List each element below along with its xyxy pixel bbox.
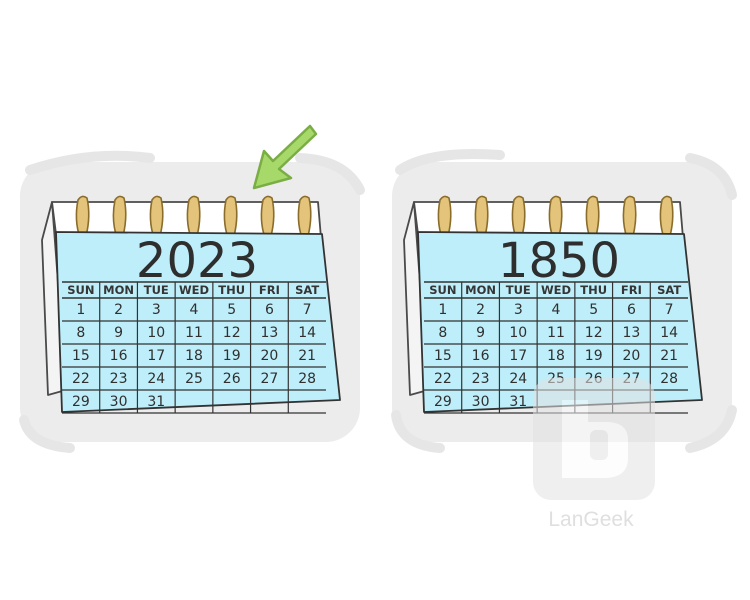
day-number: 10 xyxy=(147,325,165,341)
watermark-text: LanGeek xyxy=(548,508,634,531)
day-number: 19 xyxy=(223,348,241,364)
day-number: 13 xyxy=(623,325,641,341)
day-number: 31 xyxy=(509,394,527,410)
day-number: 28 xyxy=(660,371,678,387)
day-name-label: WED xyxy=(179,283,209,297)
day-number: 20 xyxy=(261,348,279,364)
day-number: 7 xyxy=(665,302,674,318)
year-label: 2023 xyxy=(136,233,258,289)
day-name-label: TUE xyxy=(144,283,169,297)
day-number: 5 xyxy=(589,302,598,318)
day-number: 14 xyxy=(660,325,678,341)
day-number: 16 xyxy=(472,348,490,364)
day-number: 5 xyxy=(227,302,236,318)
day-number: 22 xyxy=(72,371,90,387)
day-number: 12 xyxy=(223,325,241,341)
day-number: 23 xyxy=(110,371,128,387)
day-name-label: THU xyxy=(580,283,607,297)
day-name-label: SUN xyxy=(67,283,94,297)
day-number: 11 xyxy=(547,325,565,341)
year-label: 1850 xyxy=(498,233,620,289)
day-name-label: THU xyxy=(218,283,245,297)
day-number: 2 xyxy=(476,302,485,318)
day-name-label: TUE xyxy=(506,283,531,297)
day-name-label: WED xyxy=(541,283,571,297)
day-number: 4 xyxy=(190,302,199,318)
day-number: 15 xyxy=(434,348,452,364)
day-number: 3 xyxy=(152,302,161,318)
day-number: 1 xyxy=(438,302,447,318)
calendar-2023: 2023 SUN MON TUE WED THU FRI SAT1 2 3 4 5 6 78 9 10 11 1… xyxy=(41,195,341,414)
day-number: 21 xyxy=(298,348,316,364)
watermark: LanGeek xyxy=(533,378,655,531)
day-number: 15 xyxy=(72,348,90,364)
day-number: 29 xyxy=(434,394,452,410)
day-number: 24 xyxy=(147,371,165,387)
illustration: 2023 SUN MON TUE WED THU FRI SAT1 2 3 4 5 6 78 9 10 11 1… xyxy=(19,124,737,531)
day-number: 12 xyxy=(585,325,603,341)
day-number: 31 xyxy=(147,394,165,410)
day-number: 8 xyxy=(438,325,447,341)
day-number: 3 xyxy=(514,302,523,318)
day-number: 18 xyxy=(185,348,203,364)
day-number: 14 xyxy=(298,325,316,341)
day-number: 30 xyxy=(110,394,128,410)
langeek-logo-icon xyxy=(533,378,655,500)
day-number: 11 xyxy=(185,325,203,341)
day-name-label: SUN xyxy=(429,283,456,297)
day-name-label: FRI xyxy=(259,283,280,297)
day-number: 27 xyxy=(261,371,279,387)
day-number: 20 xyxy=(623,348,641,364)
day-number: 9 xyxy=(114,325,123,341)
day-number: 9 xyxy=(476,325,485,341)
day-number: 25 xyxy=(185,371,203,387)
day-number: 8 xyxy=(76,325,85,341)
day-number: 29 xyxy=(72,394,90,410)
day-number: 7 xyxy=(303,302,312,318)
day-name-label: SAT xyxy=(295,283,319,297)
day-number: 19 xyxy=(585,348,603,364)
day-number: 2 xyxy=(114,302,123,318)
day-number: 18 xyxy=(547,348,565,364)
day-number: 23 xyxy=(472,371,490,387)
day-number: 6 xyxy=(265,302,274,318)
day-name-label: FRI xyxy=(621,283,642,297)
day-number: 6 xyxy=(627,302,636,318)
day-number: 17 xyxy=(147,348,165,364)
day-number: 1 xyxy=(76,302,85,318)
day-number: 16 xyxy=(110,348,128,364)
day-name-label: MON xyxy=(103,283,134,297)
day-name-label: MON xyxy=(465,283,496,297)
day-number: 21 xyxy=(660,348,678,364)
day-number: 13 xyxy=(261,325,279,341)
day-number: 28 xyxy=(298,371,316,387)
day-name-label: SAT xyxy=(657,283,681,297)
day-number: 26 xyxy=(223,371,241,387)
day-number: 4 xyxy=(552,302,561,318)
day-number: 22 xyxy=(434,371,452,387)
day-number: 30 xyxy=(472,394,490,410)
day-number: 10 xyxy=(509,325,527,341)
day-number: 24 xyxy=(509,371,527,387)
day-number: 17 xyxy=(509,348,527,364)
